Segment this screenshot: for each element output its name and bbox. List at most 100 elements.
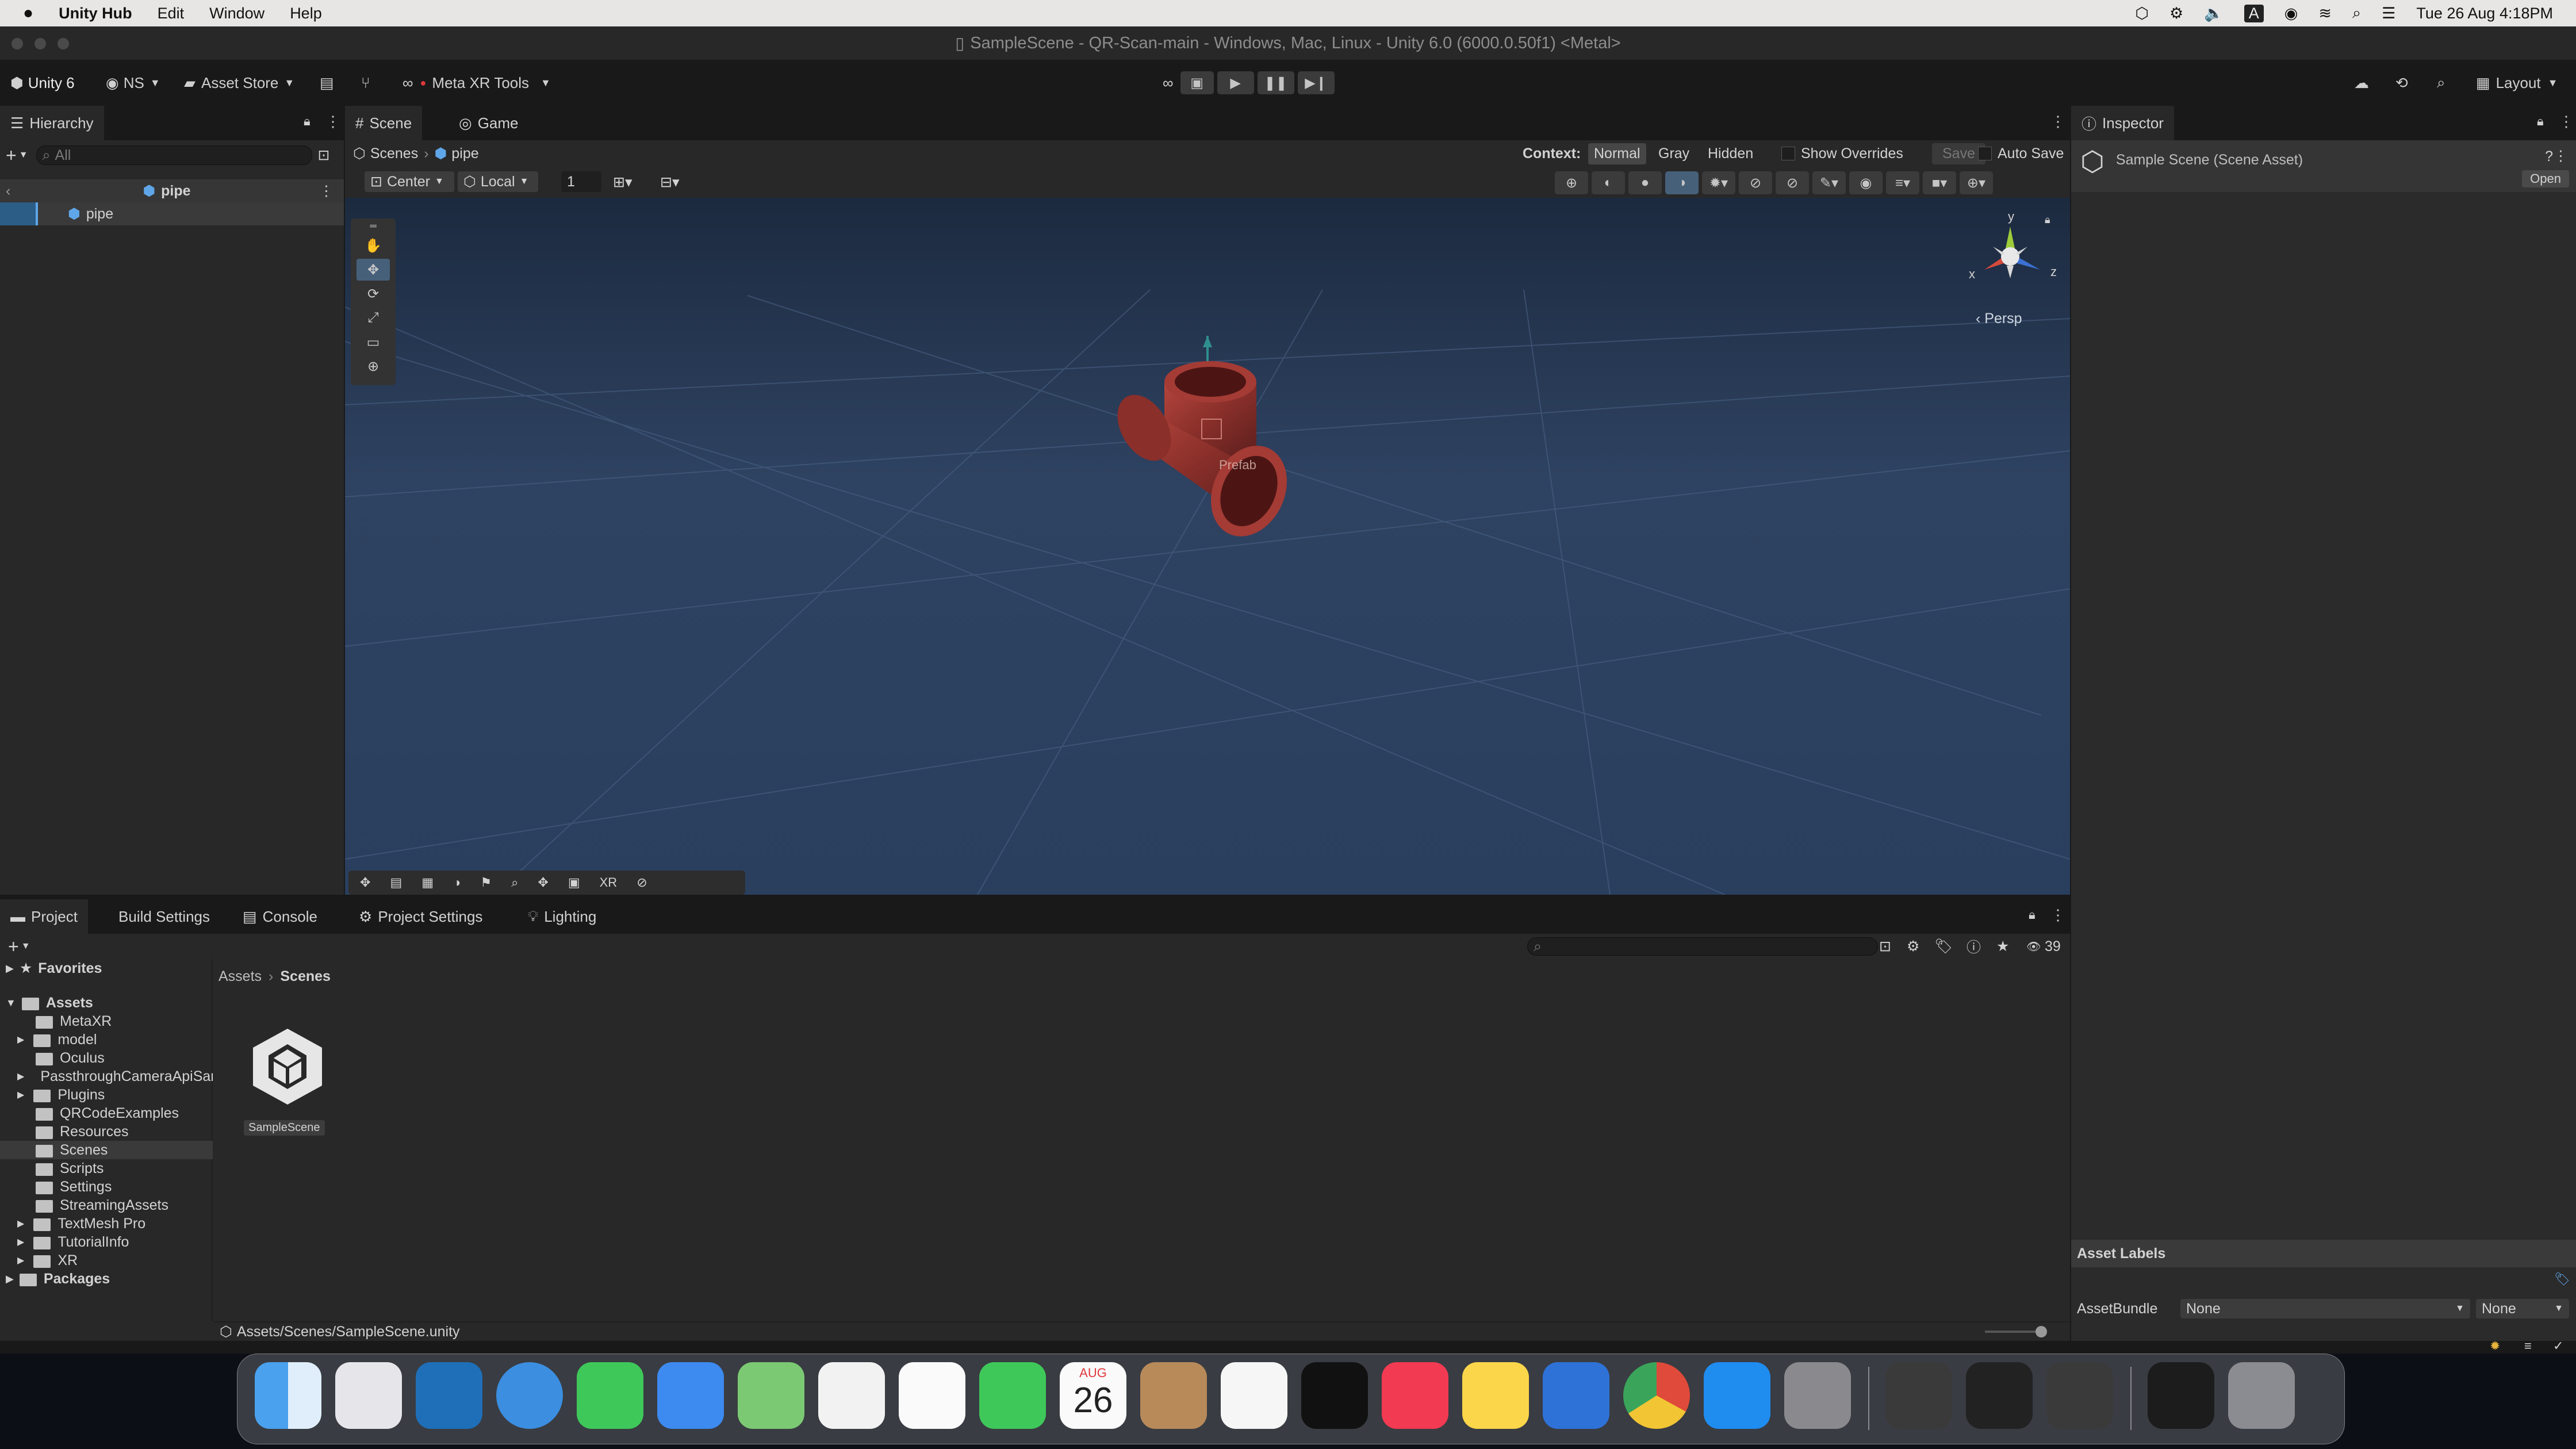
search-icon[interactable]: ⌕ bbox=[2437, 60, 2445, 106]
context-normal[interactable]: Normal bbox=[1588, 143, 1646, 164]
grid-icon[interactable]: ▦ bbox=[421, 875, 434, 890]
persp-toggle[interactable]: ‹ Persp bbox=[1976, 310, 2022, 327]
dock-chrome-icon[interactable] bbox=[1623, 1362, 1690, 1429]
move-icon[interactable]: ✥ bbox=[360, 875, 370, 890]
star-icon[interactable]: ★ bbox=[1996, 938, 2009, 955]
breadcrumb-assets[interactable]: Assets bbox=[218, 968, 262, 985]
hand-tool-icon[interactable]: ✋ bbox=[356, 235, 390, 256]
eye-icon[interactable]: 👁︎ bbox=[2026, 940, 2041, 954]
volume-icon[interactable]: 🔈 bbox=[2204, 4, 2224, 22]
lock-icon[interactable]: 🔒︎ bbox=[2045, 214, 2050, 226]
tree-item[interactable]: Scripts bbox=[36, 1159, 103, 1178]
rect-tool-icon[interactable]: ▭ bbox=[356, 331, 390, 353]
tree-item[interactable]: ▶ Plugins bbox=[17, 1086, 105, 1104]
xr-label[interactable]: XR bbox=[600, 875, 618, 890]
hierarchy-scene-header[interactable]: ‹ ⬢ pipe ⋮ bbox=[0, 179, 344, 202]
breadcrumb-scenes[interactable]: Scenes bbox=[370, 145, 418, 162]
favorites-row[interactable]: ▶ ★ Favorites bbox=[0, 959, 213, 977]
pipe-model[interactable] bbox=[1092, 336, 1334, 543]
label-filter-icon[interactable]: 🏷︎ bbox=[1934, 938, 1953, 955]
tab-console[interactable]: ▤ Console bbox=[232, 899, 328, 934]
scene-viewport[interactable]: Prefab y x z 🔒︎ ‹ Persp ✥ ▤ ▦ ◑ ⚑ ⌕ ✥ ▣ … bbox=[345, 198, 2070, 895]
dock-xcode-icon[interactable] bbox=[1543, 1362, 1609, 1429]
keyboard-input-icon[interactable]: A bbox=[2244, 4, 2264, 22]
tree-item[interactable]: ▶ XR bbox=[17, 1251, 78, 1270]
asset-tile[interactable]: SampleScene bbox=[240, 1023, 335, 1144]
transform-tool-icon[interactable]: ⊕ bbox=[356, 355, 390, 377]
help-icon[interactable]: ? bbox=[2545, 148, 2553, 165]
space-dropdown[interactable]: ⬡ Local ▼ bbox=[458, 171, 538, 192]
effects-icon[interactable]: ✹▾ bbox=[1702, 171, 1735, 194]
more-icon[interactable]: ⋮ bbox=[325, 113, 340, 131]
dock-notes-icon[interactable] bbox=[1462, 1362, 1529, 1429]
tree-item[interactable]: ▶ model bbox=[17, 1030, 97, 1049]
play-button[interactable]: ▶ bbox=[1217, 71, 1254, 94]
tab-project-settings[interactable]: ⚙ Project Settings bbox=[348, 899, 493, 934]
tree-item[interactable]: Oculus bbox=[36, 1049, 105, 1067]
step-button[interactable]: ▶❙ bbox=[1297, 71, 1335, 94]
tree-item[interactable]: StreamingAssets bbox=[36, 1196, 168, 1214]
tree-item[interactable]: Settings bbox=[36, 1178, 112, 1196]
hierarchy-item[interactable]: ⬢ pipe bbox=[0, 202, 344, 225]
tree-item[interactable]: ▶ TutorialInfo bbox=[17, 1233, 129, 1251]
tree-item[interactable]: ▶ TextMesh Pro bbox=[17, 1214, 145, 1233]
assets-root-row[interactable]: ▼ Assets bbox=[0, 994, 213, 1012]
wifi-icon[interactable]: ≋ bbox=[2318, 5, 2332, 22]
control-center-icon[interactable]: ☰ bbox=[2382, 5, 2395, 22]
grid-visibility-icon[interactable]: ⊞▾ bbox=[613, 174, 632, 191]
meta-link-icon[interactable]: ∞ bbox=[1163, 74, 1174, 92]
tree-item[interactable]: MetaXR bbox=[36, 1012, 112, 1030]
sphere-icon[interactable]: ● bbox=[1628, 171, 1662, 194]
icon-size-slider[interactable] bbox=[1985, 1326, 2047, 1337]
dock-unity-6-icon[interactable] bbox=[2046, 1362, 2113, 1429]
asset-bundle-dropdown[interactable]: None ▼ bbox=[2180, 1299, 2470, 1318]
close-button[interactable] bbox=[12, 38, 23, 49]
menu-app-name[interactable]: Unity Hub bbox=[59, 5, 132, 22]
dock-system-settings-icon[interactable] bbox=[1784, 1362, 1851, 1429]
check-icon[interactable]: ✓ bbox=[2553, 1339, 2563, 1354]
context-gray[interactable]: Gray bbox=[1658, 145, 1689, 162]
tree-item[interactable]: Resources bbox=[36, 1122, 129, 1141]
clock[interactable]: Tue 26 Aug 4:18PM bbox=[2416, 5, 2553, 22]
tree-item-selected[interactable]: Scenes bbox=[0, 1141, 213, 1159]
audio-mute-icon[interactable]: ⊘ bbox=[1739, 171, 1772, 194]
dock-screenshot-icon[interactable] bbox=[2148, 1362, 2214, 1429]
filter-icon[interactable]: ⚙ bbox=[1907, 938, 1919, 955]
tab-project[interactable]: ▬ Project bbox=[0, 899, 88, 934]
tree-item[interactable]: ▶ PassthroughCameraApiSamples bbox=[17, 1067, 213, 1086]
visibility-icon[interactable]: ◉ bbox=[1849, 171, 1883, 194]
chevron-down-icon[interactable]: ▼ bbox=[21, 941, 30, 952]
snap-settings-icon[interactable]: ⊟▾ bbox=[660, 174, 680, 191]
simulator-icon[interactable]: ▣ bbox=[1180, 71, 1214, 94]
breadcrumb-pipe[interactable]: pipe bbox=[451, 145, 478, 162]
search-by-type-icon[interactable]: ⊡ bbox=[1879, 938, 1891, 955]
layers-icon[interactable]: ≡▾ bbox=[1886, 171, 1919, 194]
dock-calendar-icon[interactable]: AUG 26 bbox=[1060, 1362, 1126, 1429]
minimize-button[interactable] bbox=[34, 38, 46, 49]
dock-facetime-icon[interactable] bbox=[979, 1362, 1046, 1429]
lighting-icon[interactable]: ◑ bbox=[453, 875, 461, 890]
account-dropdown[interactable]: ◉ NS ▼ bbox=[106, 60, 160, 106]
menu-handle-icon[interactable]: ═ bbox=[356, 221, 390, 232]
pivot-dropdown[interactable]: ⊡ Center ▼ bbox=[365, 171, 454, 192]
unity-status-icon[interactable]: ⬡ bbox=[2135, 5, 2149, 22]
history-icon[interactable]: ⟲ bbox=[2395, 60, 2408, 106]
draw-mode-icon[interactable]: ⊕ bbox=[1555, 171, 1588, 194]
tab-inspector[interactable]: ⓘ Inspector bbox=[2071, 106, 2174, 140]
tab-lighting[interactable]: 💡︎ Lighting bbox=[518, 899, 607, 934]
apple-icon[interactable]: ● bbox=[23, 3, 33, 23]
lighting-bake-icon[interactable]: ✹ bbox=[2490, 1339, 2500, 1354]
breadcrumb-scenes[interactable]: Scenes bbox=[280, 968, 331, 985]
show-overrides-checkbox[interactable] bbox=[1781, 147, 1795, 160]
lock-icon[interactable]: 🔒︎ bbox=[304, 114, 310, 129]
dock-contacts-icon[interactable] bbox=[1140, 1362, 1207, 1429]
dock-vscode-icon[interactable] bbox=[416, 1362, 482, 1429]
layout-icon[interactable]: ▤ bbox=[390, 875, 402, 890]
camera-icon[interactable]: ▣ bbox=[568, 875, 580, 890]
more-icon[interactable]: ⋮ bbox=[2554, 147, 2568, 164]
compass-icon[interactable]: ⊘ bbox=[637, 875, 647, 890]
packages-row[interactable]: ▶ Packages bbox=[0, 1270, 213, 1288]
warning-filter-icon[interactable]: ⓘ bbox=[1966, 936, 1981, 957]
tab-hierarchy[interactable]: ☰ Hierarchy bbox=[0, 106, 104, 140]
fx-icon[interactable]: ⊘ bbox=[1776, 171, 1809, 194]
